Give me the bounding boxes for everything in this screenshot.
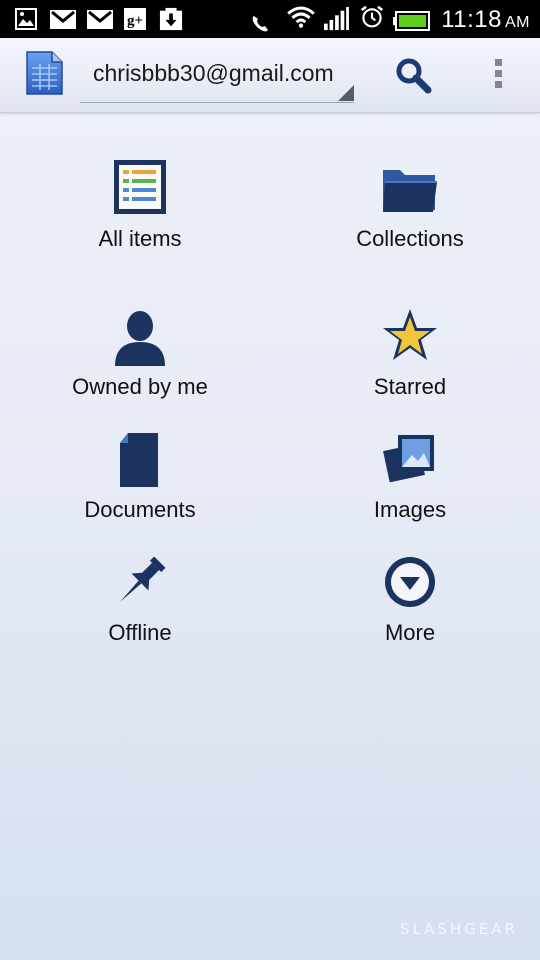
- menu-item-label: Starred: [373, 374, 447, 399]
- gmail-icon: [87, 10, 113, 29]
- clock: 11:18 AM: [441, 6, 530, 34]
- phone-icon: [252, 16, 268, 32]
- google-plus-icon: g+: [124, 8, 146, 30]
- pin-icon: [120, 556, 166, 602]
- overflow-menu-icon[interactable]: [486, 56, 510, 96]
- person-icon: [115, 311, 165, 366]
- alarm-icon: [360, 5, 384, 28]
- menu-item-images[interactable]: Images: [300, 429, 520, 549]
- menu-item-more[interactable]: More: [300, 552, 520, 672]
- battery-icon: [393, 11, 430, 31]
- drive-logo-icon[interactable]: [22, 50, 64, 96]
- download-icon: [159, 7, 183, 31]
- clock-time: 11:18: [441, 6, 502, 33]
- star-icon: [383, 309, 437, 360]
- menu-item-collections[interactable]: Collections: [300, 158, 520, 278]
- menu-item-label: Images: [373, 497, 447, 522]
- status-bar: g+ 11:18 AM: [0, 0, 540, 38]
- search-icon[interactable]: [393, 56, 433, 96]
- menu-item-label: Collections: [356, 226, 464, 251]
- menu-item-documents[interactable]: Documents: [30, 429, 250, 549]
- folder-icon: [383, 170, 437, 212]
- document-icon: [120, 433, 158, 487]
- menu-item-all-items[interactable]: All items: [30, 158, 250, 278]
- wifi-icon: [287, 6, 315, 28]
- dropdown-arrow-icon: [338, 85, 354, 101]
- account-spinner[interactable]: chrisbbb30@gmail.com: [80, 50, 354, 103]
- svg-text:g+: g+: [127, 13, 143, 29]
- list-icon: [114, 160, 166, 214]
- chevron-down-circle-icon: [385, 557, 435, 607]
- watermark: SLASHGEAR: [399, 920, 518, 938]
- account-email: chrisbbb30@gmail.com: [93, 60, 334, 86]
- menu-item-label: More: [384, 620, 436, 645]
- menu-item-owned-by-me[interactable]: Owned by me: [30, 306, 250, 426]
- menu-item-label: Documents: [84, 497, 196, 522]
- gallery-icon: [15, 8, 37, 30]
- menu-item-label: Owned by me: [72, 374, 208, 399]
- gmail-icon: [50, 10, 76, 29]
- menu-item-offline[interactable]: Offline: [30, 552, 250, 672]
- clock-ampm: AM: [505, 14, 530, 31]
- signal-icon: [324, 7, 349, 31]
- action-bar: chrisbbb30@gmail.com: [0, 38, 540, 113]
- menu-item-label: All items: [98, 226, 182, 251]
- menu-item-label: Offline: [108, 620, 172, 645]
- images-icon: [383, 435, 434, 483]
- menu-item-starred[interactable]: Starred: [300, 306, 520, 426]
